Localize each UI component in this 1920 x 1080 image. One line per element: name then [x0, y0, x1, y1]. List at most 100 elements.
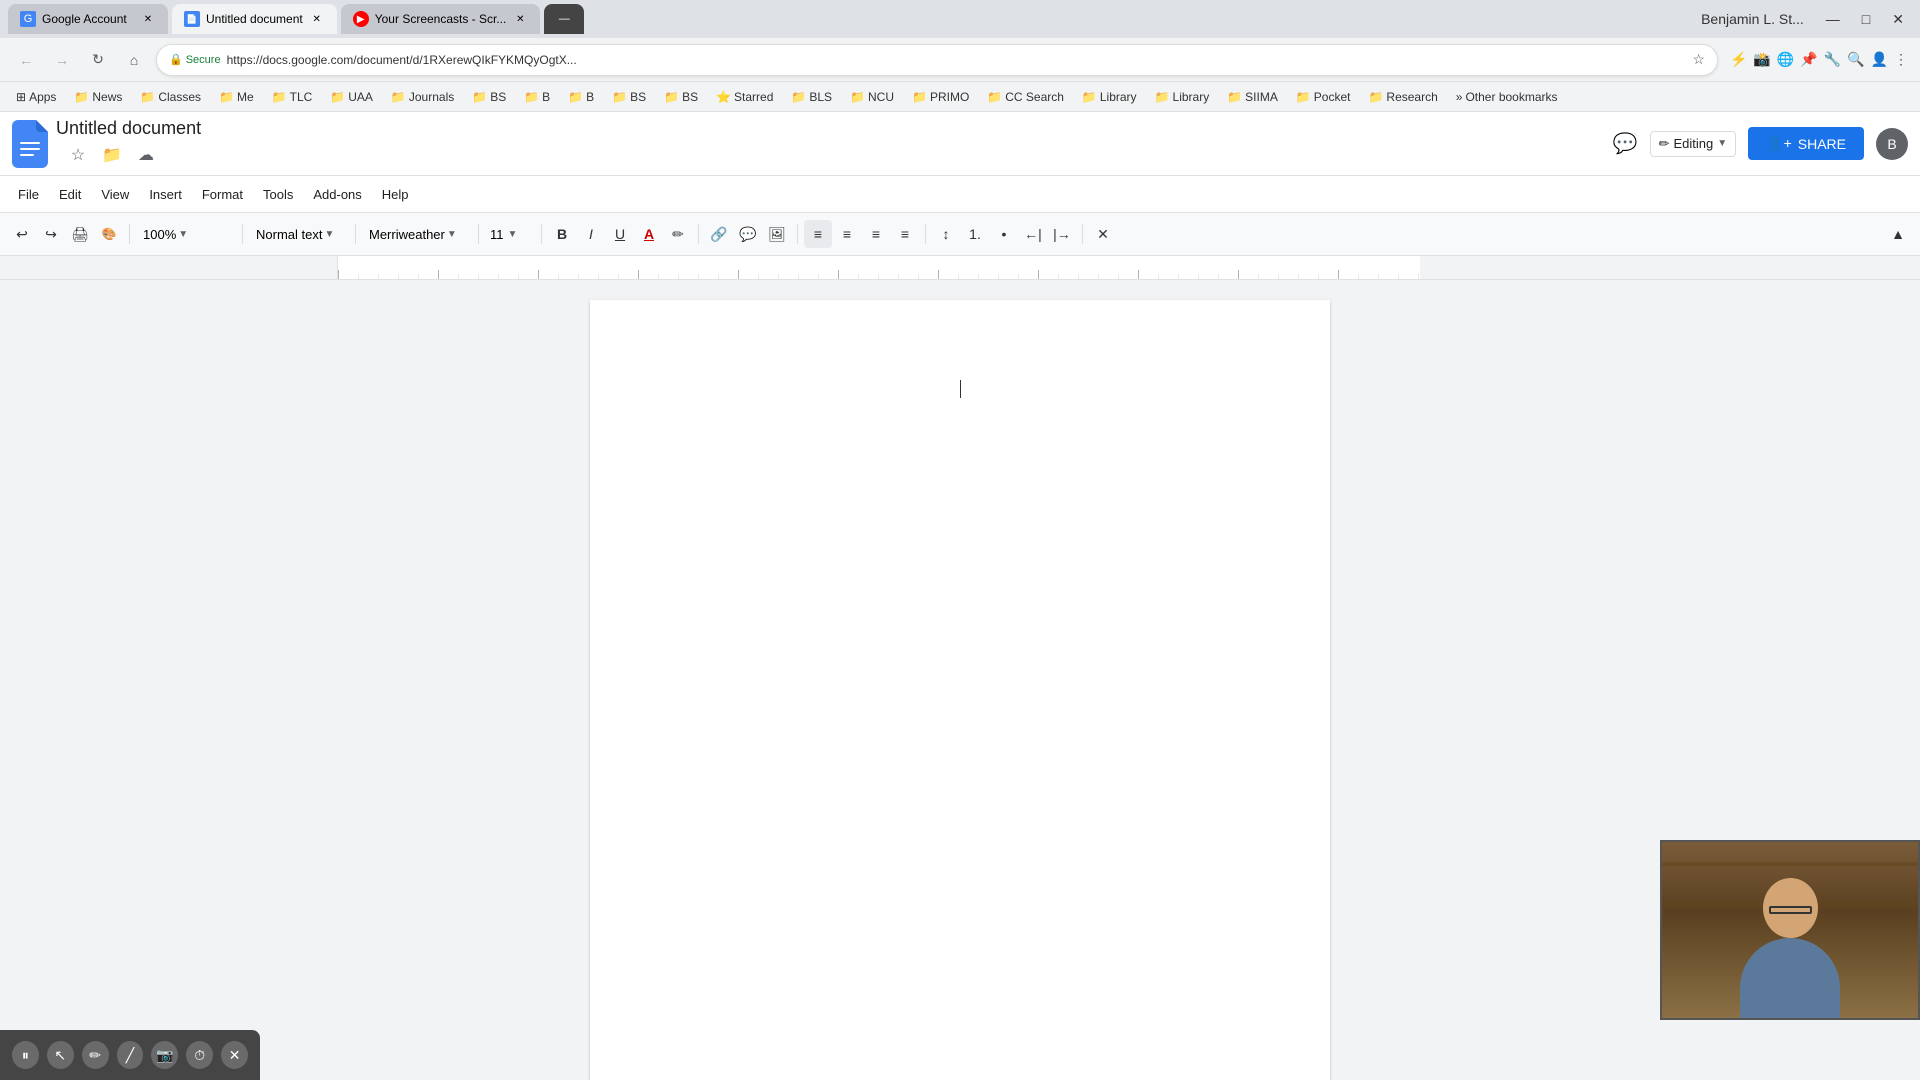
italic-button[interactable]: I: [577, 220, 605, 248]
align-right-button[interactable]: ≡: [862, 220, 890, 248]
align-center-button[interactable]: ≡: [833, 220, 861, 248]
bookmark-library1[interactable]: 📁 Library: [1074, 87, 1145, 107]
zoom-selector[interactable]: 100% ▼: [136, 220, 236, 248]
undo-button[interactable]: ↩: [8, 220, 36, 248]
bookmark-research[interactable]: 📁 Research: [1360, 87, 1445, 107]
ruler-main[interactable]: [338, 256, 1420, 279]
bullet-list-button[interactable]: •: [990, 220, 1018, 248]
back-button[interactable]: ←: [12, 46, 40, 74]
forward-button[interactable]: →: [48, 46, 76, 74]
extension-icon-3[interactable]: 🌐: [1777, 51, 1794, 68]
extension-icon-1[interactable]: ⚡: [1730, 51, 1747, 68]
editing-mode-badge[interactable]: ✏ Editing ▼: [1650, 131, 1737, 157]
url-bar[interactable]: 🔒 Secure https://docs.google.com/documen…: [156, 44, 1718, 76]
style-selector[interactable]: Normal text ▼: [249, 220, 349, 248]
increase-indent-button[interactable]: |→: [1048, 220, 1076, 248]
align-left-button[interactable]: ≡: [804, 220, 832, 248]
screencast-timer-button[interactable]: ⏱: [186, 1041, 213, 1069]
bookmark-cc-search[interactable]: 📁 CC Search: [979, 87, 1072, 107]
menu-format[interactable]: Format: [192, 183, 253, 206]
screencast-video-button[interactable]: 📷: [151, 1041, 178, 1069]
screencast-pen-button[interactable]: ✏: [82, 1041, 109, 1069]
bookmark-bs4[interactable]: 📁 BS: [604, 87, 654, 107]
menu-view[interactable]: View: [91, 183, 139, 206]
menu-tools[interactable]: Tools: [253, 183, 303, 206]
bold-button[interactable]: B: [548, 220, 576, 248]
numbered-list-button[interactable]: 1.: [961, 220, 989, 248]
insert-comment-button[interactable]: 💬: [734, 220, 762, 248]
comment-button[interactable]: 💬: [1613, 131, 1638, 156]
search-icon[interactable]: 🔍: [1847, 51, 1864, 68]
bookmark-ncu[interactable]: 📁 NCU: [842, 87, 902, 107]
bookmark-journals[interactable]: 📁 Journals: [383, 87, 462, 107]
docs-title[interactable]: Untitled document: [56, 118, 201, 139]
user-avatar[interactable]: B: [1876, 128, 1908, 160]
tab-close-screencasts[interactable]: ✕: [512, 11, 528, 27]
refresh-button[interactable]: ↻: [84, 46, 112, 74]
font-selector[interactable]: Merriweather ▼: [362, 220, 472, 248]
paint-format-button[interactable]: 🎨: [95, 220, 123, 248]
menu-file[interactable]: File: [8, 183, 49, 206]
extension-icon-2[interactable]: 📸: [1753, 51, 1770, 68]
bookmark-apps[interactable]: ⊞ Apps: [8, 87, 64, 107]
bookmark-starred[interactable]: ⭐ Starred: [708, 87, 781, 107]
align-justify-button[interactable]: ≡: [891, 220, 919, 248]
tab-close-google[interactable]: ✕: [140, 11, 156, 27]
bookmark-library2[interactable]: 📁 Library: [1147, 87, 1218, 107]
cloud-save-icon[interactable]: ☁: [132, 141, 160, 169]
bookmark-bs3[interactable]: 📁 B: [560, 87, 602, 107]
extension-icon-5[interactable]: 🔧: [1824, 51, 1841, 68]
docs-logo[interactable]: [12, 120, 48, 168]
close-button[interactable]: ✕: [1884, 9, 1912, 30]
redo-button[interactable]: ↪: [37, 220, 65, 248]
underline-button[interactable]: U: [606, 220, 634, 248]
bookmark-pocket[interactable]: 📁 Pocket: [1288, 87, 1359, 107]
bookmark-me[interactable]: 📁 Me: [211, 87, 262, 107]
bookmark-bs1[interactable]: 📁 BS: [464, 87, 514, 107]
move-to-folder-icon[interactable]: 📁: [98, 141, 126, 169]
user-profile-label[interactable]: Benjamin L. St...: [1693, 9, 1812, 29]
bookmark-tlc[interactable]: 📁 TLC: [264, 87, 321, 107]
menu-help[interactable]: Help: [372, 183, 419, 206]
tab-close-docs[interactable]: ✕: [309, 11, 325, 27]
more-icon[interactable]: ⋮: [1894, 51, 1908, 68]
minimize-button[interactable]: —: [1818, 9, 1848, 29]
home-button[interactable]: ⌂: [120, 46, 148, 74]
clear-formatting-button[interactable]: ✕: [1089, 220, 1117, 248]
highlight-button[interactable]: ✏: [664, 220, 692, 248]
bookmark-other[interactable]: » Other bookmarks: [1448, 87, 1566, 107]
text-color-button[interactable]: A: [635, 220, 663, 248]
menu-edit[interactable]: Edit: [49, 183, 91, 206]
menu-insert[interactable]: Insert: [139, 183, 192, 206]
document-area[interactable]: [0, 280, 1920, 1080]
link-button[interactable]: 🔗: [705, 220, 733, 248]
tab-dark[interactable]: —: [544, 4, 584, 34]
collapse-toolbar-button[interactable]: ▲: [1884, 220, 1912, 248]
bookmark-uaa[interactable]: 📁 UAA: [322, 87, 381, 107]
font-size-selector[interactable]: 11 ▼: [485, 220, 535, 248]
line-spacing-button[interactable]: ↕: [932, 220, 960, 248]
bookmark-bs2[interactable]: 📁 B: [516, 87, 558, 107]
menu-addons[interactable]: Add-ons: [303, 183, 371, 206]
bookmark-bls[interactable]: 📁 BLS: [783, 87, 840, 107]
document-page[interactable]: [590, 300, 1330, 1080]
screencast-close-button[interactable]: ✕: [221, 1041, 248, 1069]
screencast-pointer-button[interactable]: ↖: [47, 1041, 74, 1069]
share-button[interactable]: 👤+ SHARE: [1748, 127, 1864, 160]
profile-icon[interactable]: 👤: [1871, 51, 1888, 68]
starred-doc-icon[interactable]: ☆: [64, 141, 92, 169]
decrease-indent-button[interactable]: ←|: [1019, 220, 1047, 248]
tab-google-account[interactable]: G Google Account ✕: [8, 4, 168, 34]
print-button[interactable]: 🖨: [66, 220, 94, 248]
bookmark-primo[interactable]: 📁 PRIMO: [904, 87, 977, 107]
bookmark-bs5[interactable]: 📁 BS: [656, 87, 706, 107]
tab-untitled-doc[interactable]: 📄 Untitled document ✕: [172, 4, 337, 34]
bookmark-star-icon[interactable]: ☆: [1692, 51, 1705, 68]
screencast-line-button[interactable]: ╱: [117, 1041, 144, 1069]
maximize-button[interactable]: □: [1854, 9, 1878, 29]
screencast-pause-button[interactable]: ⏸: [12, 1041, 39, 1069]
extension-icon-4[interactable]: 📌: [1800, 51, 1817, 68]
bookmark-classes[interactable]: 📁 Classes: [132, 87, 209, 107]
bookmark-siima[interactable]: 📁 SIIMA: [1219, 87, 1286, 107]
image-button[interactable]: 🖼: [763, 220, 791, 248]
